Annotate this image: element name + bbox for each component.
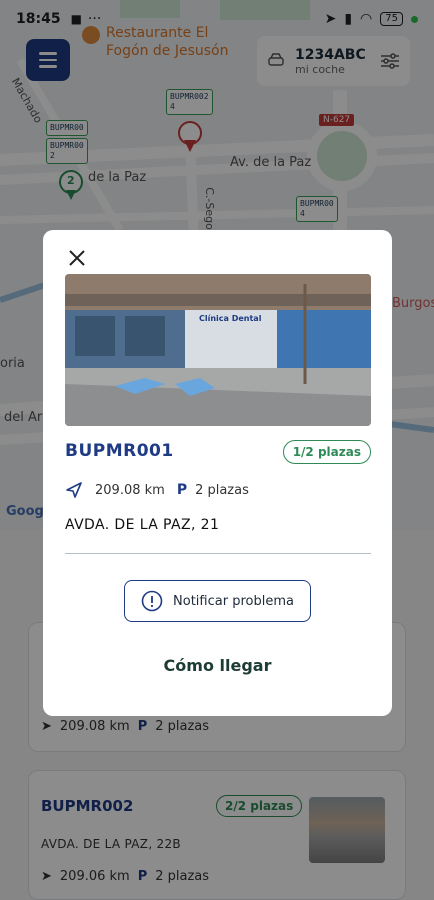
divider xyxy=(65,553,371,554)
navigation-arrow-icon xyxy=(66,482,82,498)
spot-meta: 209.08 km P 2 plazas xyxy=(65,481,249,499)
distance-text: 209.08 km xyxy=(95,482,165,498)
photo-sign-text: Clínica Dental xyxy=(199,314,262,323)
spot-photo: Clínica Dental xyxy=(65,274,371,426)
report-problem-label: Notificar problema xyxy=(173,593,294,609)
close-button[interactable] xyxy=(63,244,91,272)
spot-id: BUPMR001 xyxy=(65,441,174,461)
report-problem-button[interactable]: Notificar problema xyxy=(124,580,311,622)
parking-icon: P xyxy=(176,482,188,498)
availability-badge: 1/2 plazas xyxy=(282,440,371,464)
spot-address: AVDA. DE LA PAZ, 21 xyxy=(65,517,220,533)
close-icon xyxy=(69,250,85,266)
parking-spot-dialog: Clínica Dental BUPMR001 1/2 plazas 209.0… xyxy=(43,230,392,716)
directions-button[interactable]: Cómo llegar xyxy=(124,650,311,680)
spots-text: 2 plazas xyxy=(195,482,249,498)
alert-circle-icon xyxy=(141,590,163,612)
